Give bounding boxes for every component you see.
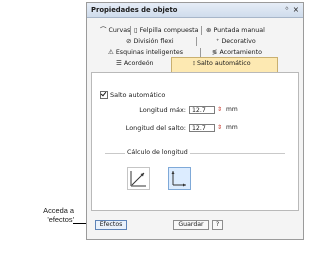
tab-puntada-manual[interactable]: ⊛ Puntada manual — [203, 25, 268, 35]
tab-separator — [200, 48, 201, 57]
panel-title: Propiedades de objeto — [91, 6, 178, 14]
smart-corners-icon: ⚠ — [108, 48, 114, 56]
max-length-label: Longitud máx: — [139, 106, 186, 114]
tab-esquinas-inteligentes[interactable]: ⚠ Esquinas inteligentes — [105, 47, 186, 57]
annotation-line-2: 'efectos' — [47, 215, 74, 224]
diagonal-length-icon — [130, 171, 146, 187]
tab-label: Felpilla compuesta — [139, 27, 199, 34]
manual-stitch-icon: ⊛ — [206, 26, 212, 34]
help-button[interactable]: ? — [212, 220, 223, 230]
pin-icon[interactable]: ᛜ — [285, 5, 289, 13]
annotation-line-1: Acceda a — [43, 206, 74, 215]
tab-label: Esquinas inteligentes — [115, 49, 184, 56]
jump-length-input[interactable]: 12.7 — [189, 124, 215, 132]
tab-acortamiento[interactable]: ≶ Acortamiento — [209, 47, 265, 57]
tab-acordeon[interactable]: ☰ Acordeón — [113, 58, 157, 68]
shortening-icon: ≶ — [212, 48, 218, 56]
tab-label: Puntada manual — [213, 27, 265, 34]
tab-label: División flexi — [133, 38, 174, 45]
chenille-icon: ▯ — [134, 26, 138, 34]
jump-length-row: Longitud del salto: — [92, 124, 186, 133]
tab-content-salto-automatico: Salto automático Longitud máx: 12.7 ⇕ mm… — [91, 72, 299, 211]
orthogonal-length-icon — [171, 171, 186, 187]
max-length-spinner-icon[interactable]: ⇕ — [216, 105, 223, 114]
tab-curvas[interactable]: ⌒ Curvas — [97, 25, 133, 35]
tab-division-flexi[interactable]: ⊘ División flexi — [123, 36, 177, 46]
tab-label: Salto automático — [196, 60, 251, 67]
close-icon[interactable]: × — [293, 5, 299, 14]
annotation-callout: Acceda a 'efectos' — [14, 206, 74, 224]
jump-length-label: Longitud del salto: — [125, 124, 186, 132]
auto-jump-icon: ⦂ — [193, 59, 195, 67]
accordion-icon: ☰ — [116, 59, 122, 67]
save-button[interactable]: Guardar — [173, 220, 209, 230]
jump-length-spinner-icon[interactable]: ⇕ — [216, 123, 223, 132]
tab-label: Acortamiento — [219, 49, 262, 56]
effects-button[interactable]: Efectos — [95, 220, 127, 230]
tab-separator — [196, 37, 197, 46]
length-calculation-group: Cálculo de longitud — [105, 149, 285, 199]
panel-titlebar: Propiedades de objeto ᛜ × — [87, 3, 303, 18]
checkbox-box[interactable] — [100, 91, 108, 99]
tab-label: Curvas — [108, 27, 131, 34]
checkbox-label: Salto automático — [110, 91, 166, 99]
flexi-split-icon: ⊘ — [126, 37, 132, 45]
auto-jump-checkbox[interactable]: Salto automático — [100, 91, 165, 99]
max-length-row: Longitud máx: — [92, 106, 186, 115]
tab-separator — [201, 26, 202, 35]
tab-salto-automatico[interactable]: ⦂ Salto automático — [171, 57, 278, 72]
max-length-input[interactable]: 12.7 — [189, 106, 215, 114]
effect-tabs: ⌒ Curvas ▯ Felpilla compuesta ⊛ Puntada man… — [91, 20, 299, 77]
tab-decorativo[interactable]: ⁺ Decorativo — [213, 36, 259, 46]
tab-label: Acordeón — [123, 60, 154, 67]
tab-felpilla-compuesta[interactable]: ▯ Felpilla compuesta — [131, 25, 202, 35]
curve-icon: ⌒ — [100, 26, 107, 34]
decorative-icon: ⁺ — [216, 37, 220, 45]
jump-length-unit: mm — [226, 124, 238, 131]
tab-label: Decorativo — [221, 38, 256, 45]
object-properties-panel: Propiedades de objeto ᛜ × ⌒ Curvas ▯ Felpi… — [86, 2, 304, 240]
diagonal-length-button[interactable] — [127, 167, 150, 190]
length-calculation-caption: Cálculo de longitud — [125, 149, 190, 156]
orthogonal-length-button[interactable] — [168, 167, 191, 190]
max-length-unit: mm — [226, 106, 238, 113]
